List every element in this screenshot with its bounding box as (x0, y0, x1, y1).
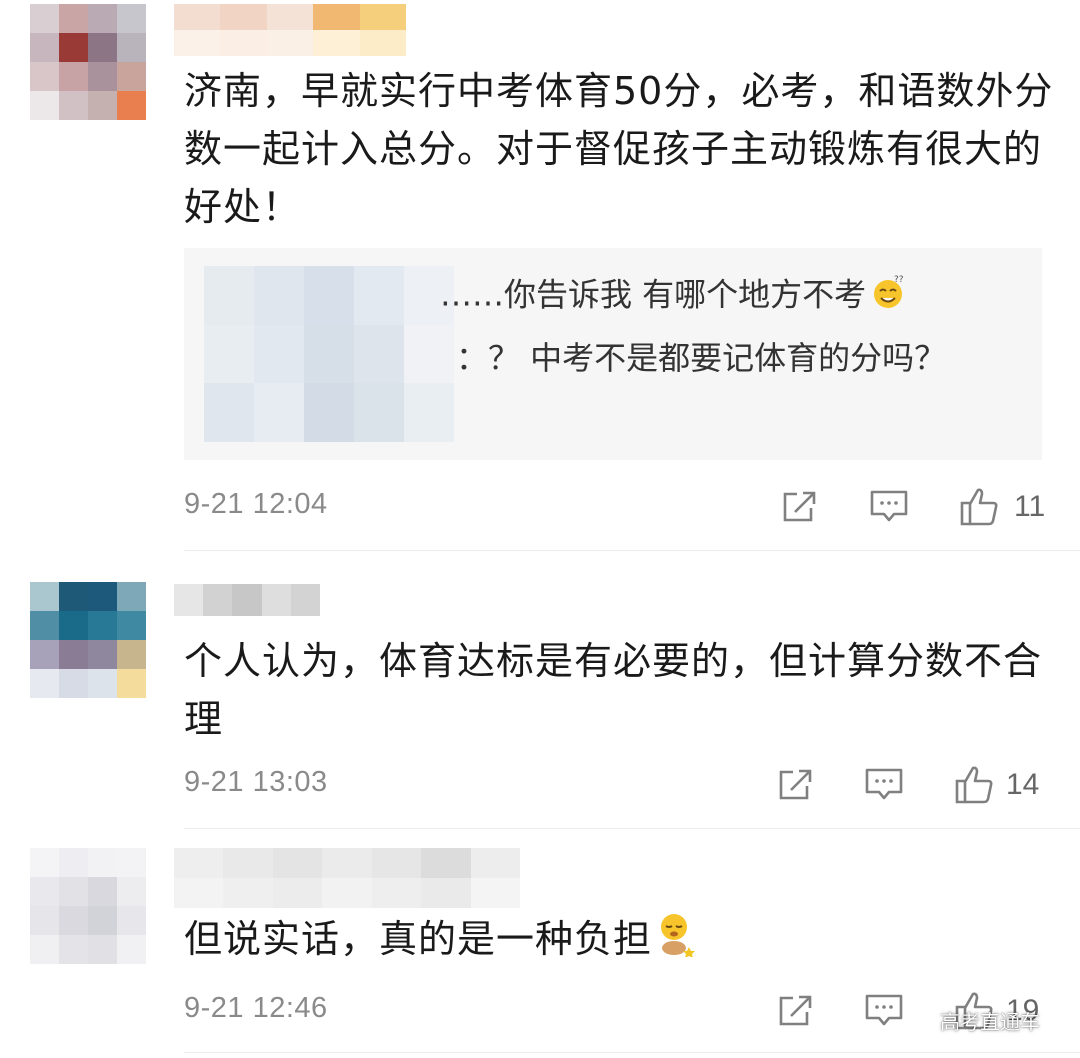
username[interactable] (174, 584, 320, 616)
comment-item: 个人认为，体育达标是有必要的，但计算分数不合理 9-21 13:03 14 (0, 560, 1080, 828)
like-count: 11 (1014, 490, 1046, 523)
dizzy-face-icon: ?? (870, 274, 906, 319)
divider (184, 1052, 1080, 1053)
comment-item: 但说实话，真的是一种负担 9-21 12:46 19 (0, 838, 1080, 1048)
reply-text: ：？ 中考不是都要记体育的分吗？ (456, 339, 947, 377)
share-icon[interactable] (777, 992, 815, 1030)
comment-text: 济南，早就实行中考体育50分，必考，和语数外分数一起计入总分。对于督促孩子主动锻… (184, 69, 1054, 229)
comment-time: 9-21 13:03 (184, 766, 328, 798)
divider (184, 828, 1080, 829)
reply-line: ：？ 中考不是都要记体育的分吗？ (456, 338, 946, 378)
thumbs-up-icon[interactable] (954, 764, 996, 806)
like-count: 14 (1006, 768, 1040, 801)
thumbs-up-icon[interactable] (959, 486, 1001, 528)
avatar[interactable] (30, 848, 146, 964)
divider (184, 550, 1080, 551)
reply-usernames (204, 266, 454, 442)
comment-text-content: 但说实话，真的是一种负担 (184, 917, 653, 961)
reply-preview[interactable]: ……你告诉我 有哪个地方不考?? ：？ 中考不是都要记体育的分吗？ (184, 248, 1042, 460)
share-icon[interactable] (781, 488, 819, 526)
sleeping-face-icon (656, 911, 696, 973)
reply-text: ……你告诉我 有哪个地方不考 (440, 275, 867, 314)
comment-time: 9-21 12:46 (184, 992, 328, 1024)
comment-time: 9-21 12:04 (184, 488, 328, 520)
comment-text: 但说实话，真的是一种负担 (184, 910, 1054, 973)
avatar[interactable] (30, 582, 146, 698)
comment-text: 个人认为，体育达标是有必要的，但计算分数不合理 (184, 639, 1043, 741)
comment-icon[interactable] (864, 766, 904, 804)
comment-icon[interactable] (864, 992, 904, 1030)
username[interactable] (174, 4, 406, 56)
share-icon[interactable] (777, 766, 815, 804)
avatar[interactable] (30, 4, 146, 120)
svg-text:??: ?? (894, 275, 904, 285)
reply-line: ……你告诉我 有哪个地方不考?? (440, 274, 906, 319)
username[interactable] (174, 848, 520, 908)
comment-icon[interactable] (869, 488, 909, 526)
comment-item: 济南，早就实行中考体育50分，必考，和语数外分数一起计入总分。对于督促孩子主动锻… (0, 0, 1080, 550)
watermark: 高考直通车 (940, 1010, 1040, 1034)
